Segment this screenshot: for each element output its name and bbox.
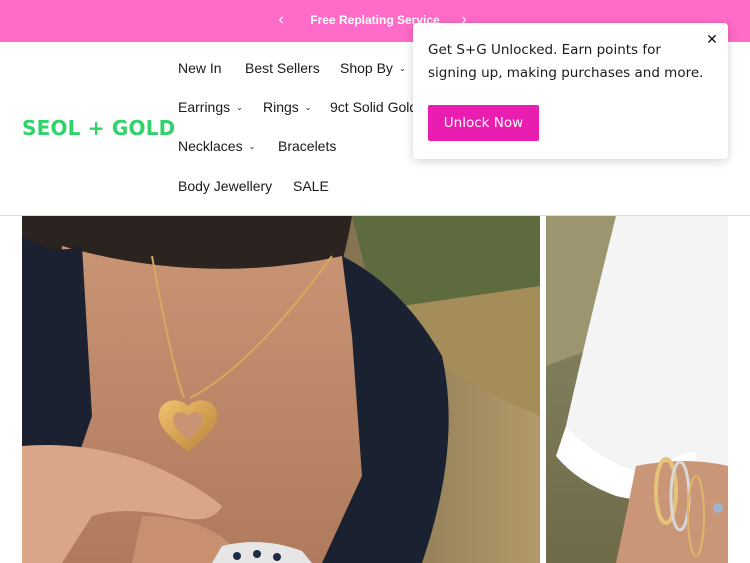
nav-best-sellers-label: Best Sellers: [245, 60, 320, 76]
popup-message: Get S+G Unlocked. Earn points for signin…: [428, 42, 704, 81]
hero-image-bracelets[interactable]: [546, 216, 728, 563]
nav-sale-label: SALE: [293, 178, 329, 194]
necklace-photo: [22, 216, 540, 563]
hero-image-necklace[interactable]: [22, 216, 540, 563]
brand-logo[interactable]: SEOL + GOLD: [22, 116, 175, 140]
chevron-down-icon: ⌄: [236, 102, 243, 112]
nav-sale[interactable]: SALE: [293, 178, 329, 194]
nav-necklaces-label: Necklaces: [178, 138, 243, 154]
nav-shop-by[interactable]: Shop By ⌄: [340, 60, 406, 76]
nav-rings[interactable]: Rings ⌄: [263, 99, 312, 115]
nav-solid-gold-label: 9ct Solid Gold: [330, 99, 418, 115]
nav-bracelets-label: Bracelets: [278, 138, 337, 154]
chevron-down-icon: ⌄: [398, 63, 406, 73]
loyalty-popup: Get S+G Unlocked. Earn points for signin…: [413, 23, 728, 159]
nav-bracelets[interactable]: Bracelets: [278, 138, 336, 154]
chevron-down-icon: ⌄: [248, 141, 256, 151]
nav-new-in[interactable]: New In: [178, 60, 222, 76]
chevron-down-icon: ⌄: [304, 102, 312, 112]
nav-earrings-label: Earrings: [178, 99, 231, 115]
unlock-now-button[interactable]: Unlock Now: [428, 105, 539, 141]
nav-shop-by-label: Shop By: [340, 60, 393, 76]
nav-body-jewellery-label: Body Jewellery: [178, 178, 273, 194]
nav-rings-label: Rings: [263, 99, 299, 115]
nav-solid-gold[interactable]: 9ct Solid Gold: [330, 99, 417, 115]
nav-best-sellers[interactable]: Best Sellers: [245, 60, 320, 76]
nav-earrings[interactable]: Earrings ⌄: [178, 99, 243, 115]
nav-new-in-label: New In: [178, 60, 222, 76]
bracelets-photo: [546, 216, 728, 563]
close-icon[interactable]: ✕: [704, 31, 720, 47]
nav-necklaces[interactable]: Necklaces ⌄: [178, 138, 255, 154]
nav-body-jewellery[interactable]: Body Jewellery: [178, 178, 272, 194]
